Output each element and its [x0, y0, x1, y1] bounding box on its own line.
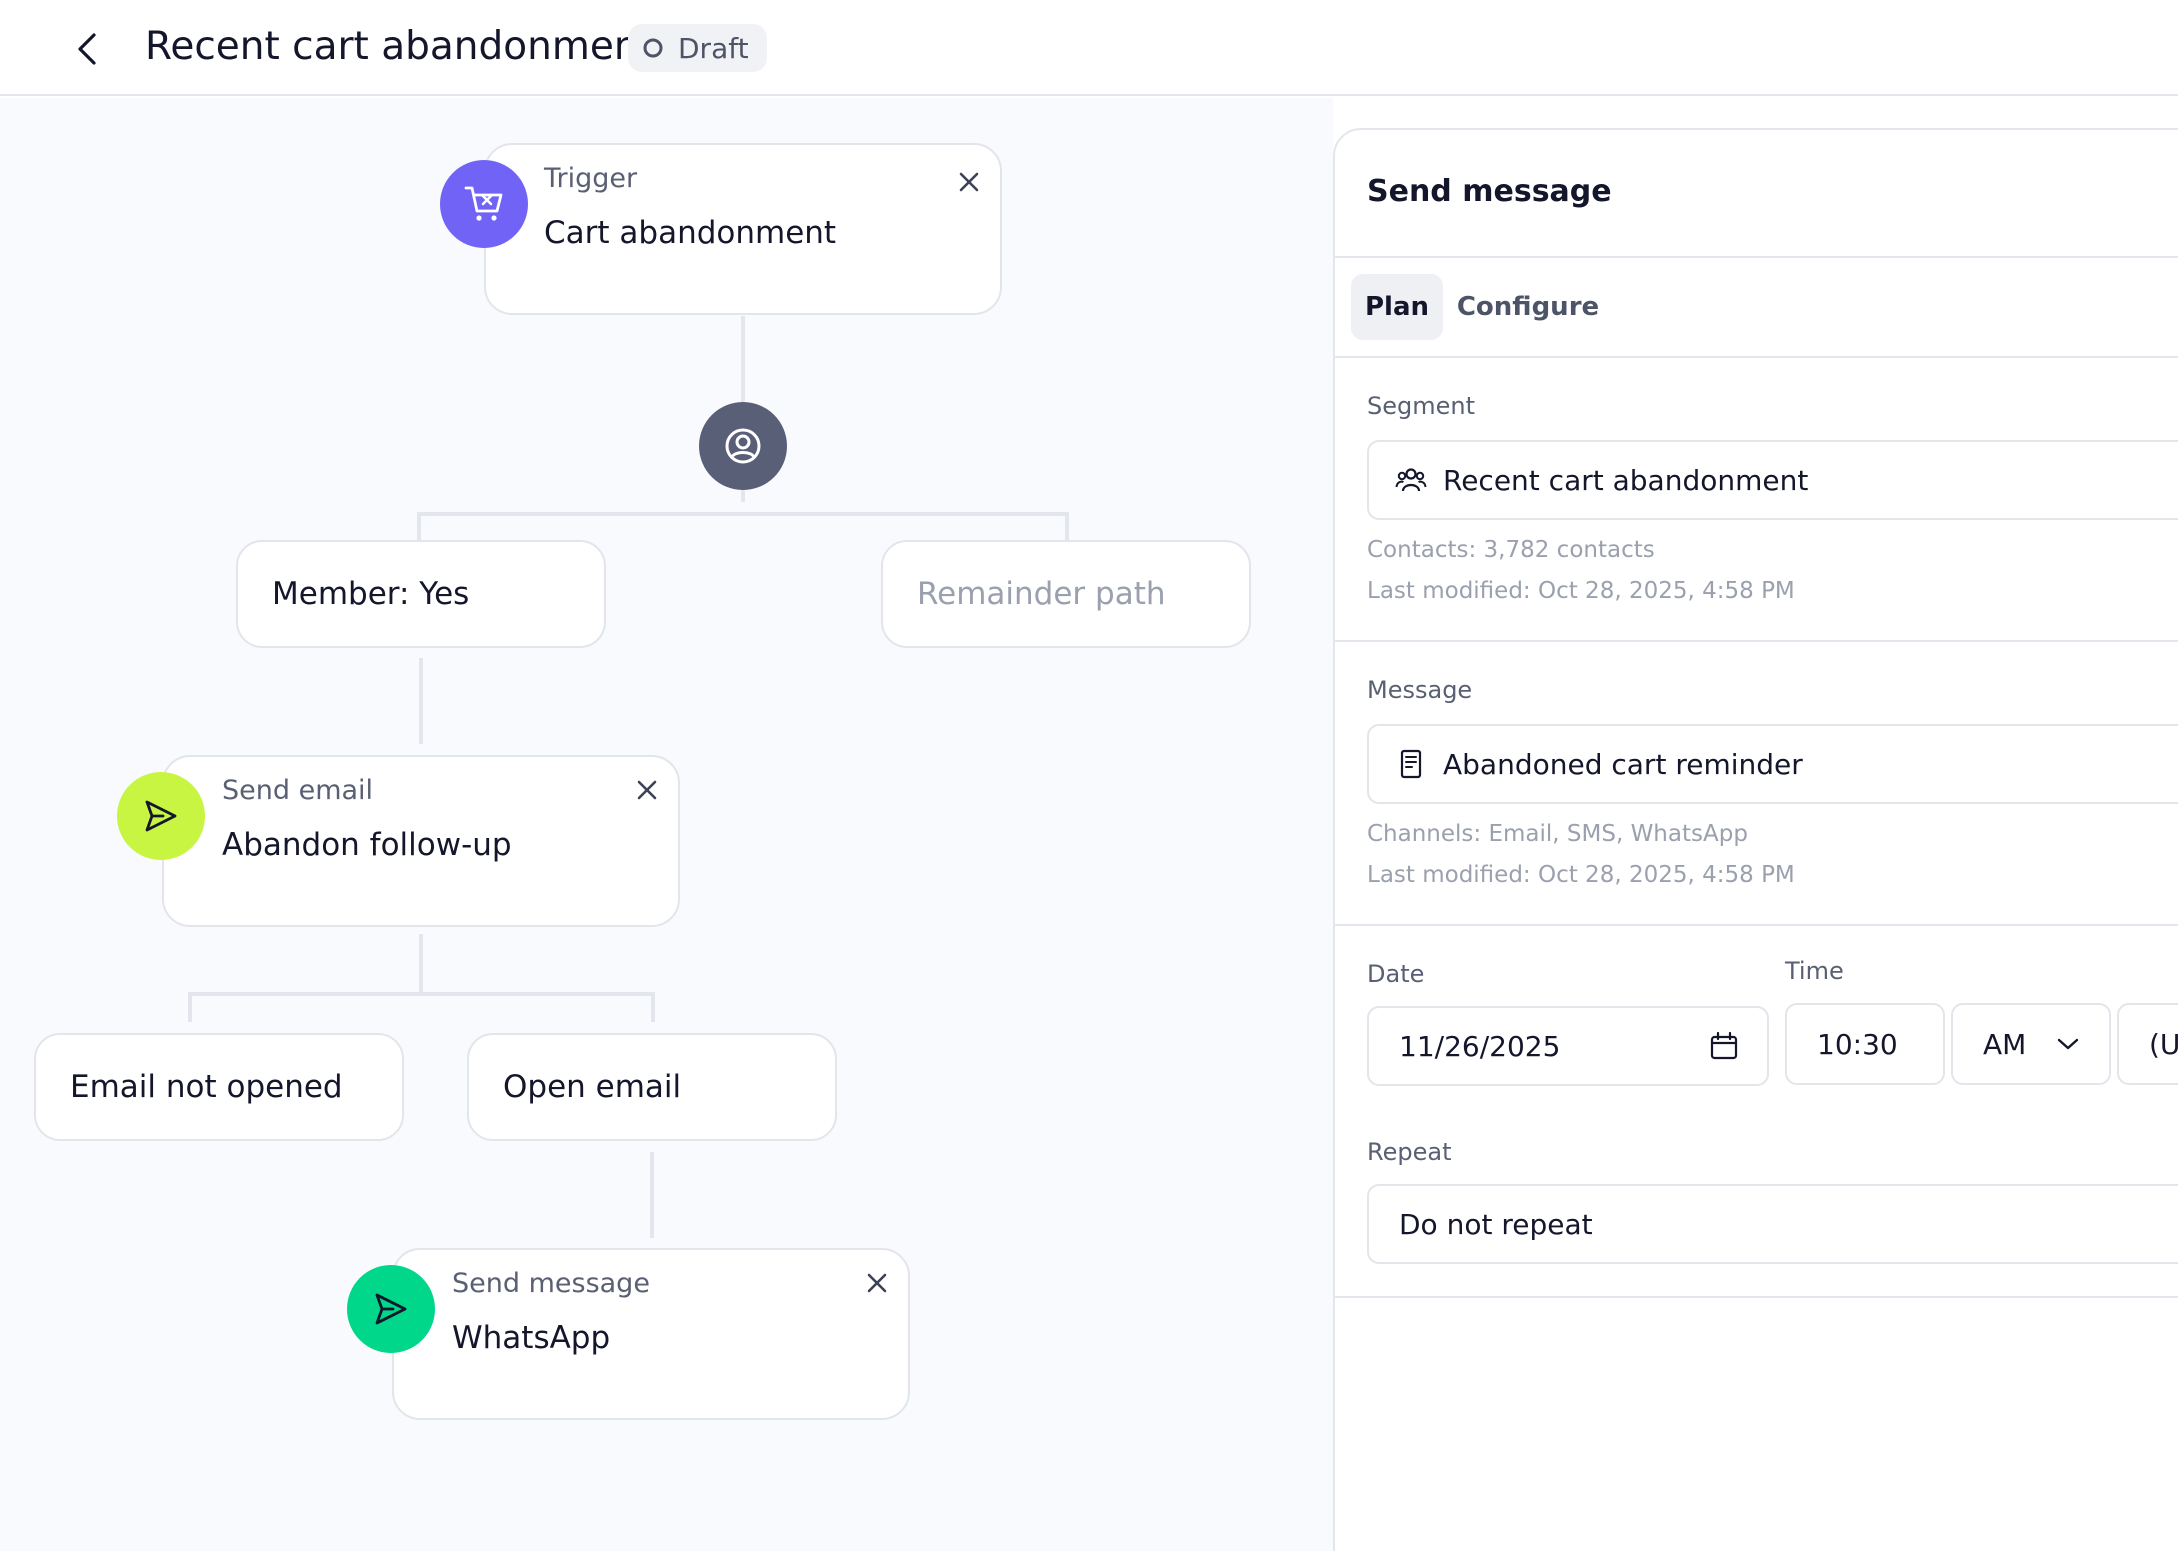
- time-value: 10:30: [1817, 1027, 1898, 1061]
- message-select[interactable]: Abandoned cart reminder: [1367, 724, 2178, 804]
- connector: [650, 1152, 654, 1238]
- timezone-select[interactable]: (UT: [2117, 1003, 2178, 1085]
- connector: [188, 992, 192, 1022]
- time-input[interactable]: 10:30: [1785, 1003, 1945, 1085]
- connector: [419, 934, 423, 994]
- chevron-left-icon: [78, 33, 96, 65]
- remove-node-button[interactable]: [630, 773, 664, 807]
- send-email-card[interactable]: Send email Abandon follow-up: [162, 755, 680, 927]
- message-value: Abandoned cart reminder: [1443, 747, 1803, 781]
- branch-member-yes[interactable]: Member: Yes: [236, 540, 606, 648]
- remove-node-button[interactable]: [952, 165, 986, 199]
- user-circle-icon[interactable]: [699, 402, 787, 490]
- send-icon: [347, 1265, 435, 1353]
- message-label: Message: [1367, 676, 1473, 704]
- segment-value: Recent cart abandonment: [1443, 463, 1809, 497]
- node-kind-label: Trigger: [544, 163, 638, 194]
- date-label: Date: [1367, 960, 1425, 988]
- divider: [1335, 256, 2178, 258]
- users-icon: [1395, 468, 1427, 492]
- divider: [1335, 640, 2178, 642]
- page-title: Recent cart abandonment: [145, 24, 654, 69]
- segment-modified: Last modified: Oct 28, 2025, 4:58 PM: [1367, 578, 1795, 604]
- branch-open-email[interactable]: Open email: [467, 1033, 837, 1141]
- am-pm-select[interactable]: AM: [1951, 1003, 2111, 1085]
- close-icon: [637, 780, 657, 800]
- branch-remainder-path[interactable]: Remainder path: [881, 540, 1251, 648]
- flow-canvas: Trigger Cart abandonment Member: Yes Rem…: [0, 98, 1333, 1551]
- cart-x-icon: [440, 160, 528, 248]
- connector: [419, 658, 423, 744]
- tab-label: Configure: [1456, 292, 1600, 322]
- close-icon: [867, 1273, 887, 1293]
- message-modified: Last modified: Oct 28, 2025, 4:58 PM: [1367, 862, 1795, 888]
- connector: [651, 992, 655, 1022]
- node-kind-label: Send message: [452, 1268, 650, 1299]
- status-text: Draft: [678, 31, 749, 65]
- segment-label: Segment: [1367, 392, 1475, 420]
- divider: [1335, 356, 2178, 358]
- calendar-icon[interactable]: [1709, 1031, 1739, 1061]
- send-message-panel: Send message Plan Configure Segment Rece…: [1333, 128, 2178, 1551]
- panel-title: Send message: [1367, 174, 1612, 209]
- chevron-down-icon: [2058, 1038, 2079, 1050]
- segment-contacts: Contacts: 3,782 contacts: [1367, 537, 1655, 563]
- time-label: Time: [1785, 957, 1844, 985]
- connector: [417, 512, 1069, 516]
- node-name-label: WhatsApp: [452, 1320, 611, 1356]
- tab-configure[interactable]: Configure: [1453, 274, 1603, 340]
- node-name-label: Abandon follow-up: [222, 827, 512, 863]
- connector: [1065, 512, 1069, 540]
- repeat-select[interactable]: Do not repeat: [1367, 1184, 2178, 1264]
- remove-node-button[interactable]: [860, 1266, 894, 1300]
- node-name-label: Cart abandonment: [544, 215, 837, 251]
- tab-label: Plan: [1364, 292, 1430, 322]
- header-bar: Recent cart abandonment Draft: [0, 0, 2178, 96]
- status-circle-icon: [643, 38, 663, 58]
- period-value: AM: [1983, 1027, 2027, 1061]
- connector: [417, 512, 421, 540]
- node-kind-label: Send email: [222, 775, 374, 806]
- repeat-label: Repeat: [1367, 1138, 1452, 1166]
- send-message-card[interactable]: Send message WhatsApp: [392, 1248, 910, 1420]
- document-icon: [1400, 749, 1422, 779]
- branch-email-not-opened[interactable]: Email not opened: [34, 1033, 404, 1141]
- timezone-value: (UT: [2149, 1027, 2178, 1061]
- message-channels: Channels: Email, SMS, WhatsApp: [1367, 821, 1748, 847]
- divider: [1335, 1296, 2178, 1298]
- status-badge: Draft: [628, 24, 767, 72]
- repeat-value: Do not repeat: [1399, 1207, 1593, 1241]
- segment-select[interactable]: Recent cart abandonment: [1367, 440, 2178, 520]
- send-icon: [117, 772, 205, 860]
- connector: [188, 992, 655, 996]
- close-icon: [959, 172, 979, 192]
- date-input[interactable]: 11/26/2025: [1367, 1006, 1769, 1086]
- date-value: 11/26/2025: [1399, 1029, 1561, 1063]
- trigger-card[interactable]: Trigger Cart abandonment: [484, 143, 1002, 315]
- back-button[interactable]: [62, 24, 112, 74]
- tab-plan[interactable]: Plan: [1351, 274, 1443, 340]
- divider: [1335, 924, 2178, 926]
